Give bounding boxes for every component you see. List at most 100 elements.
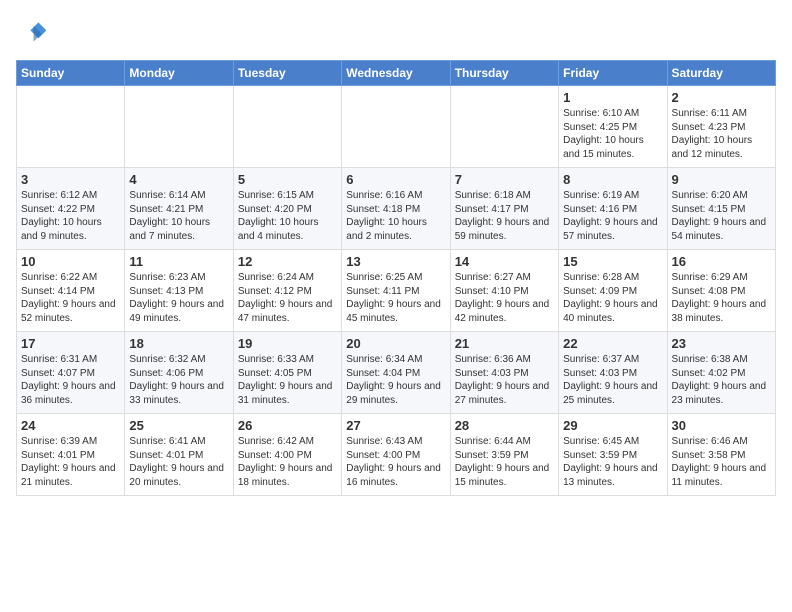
day-info: Sunrise: 6:36 AM Sunset: 4:03 PM Dayligh… <box>455 353 554 407</box>
day-info: Sunrise: 6:20 AM Sunset: 4:15 PM Dayligh… <box>672 189 771 243</box>
day-number: 13 <box>346 254 445 269</box>
day-info: Sunrise: 6:11 AM Sunset: 4:23 PM Dayligh… <box>672 107 771 161</box>
calendar-cell: 27 Sunrise: 6:43 AM Sunset: 4:00 PM Dayli… <box>342 414 450 496</box>
calendar-cell: 18 Sunrise: 6:32 AM Sunset: 4:06 PM Dayli… <box>125 332 233 414</box>
calendar-cell: 10 Sunrise: 6:22 AM Sunset: 4:14 PM Dayli… <box>17 250 125 332</box>
day-info: Sunrise: 6:23 AM Sunset: 4:13 PM Dayligh… <box>129 271 228 325</box>
day-info: Sunrise: 6:45 AM Sunset: 3:59 PM Dayligh… <box>563 435 662 489</box>
calendar-cell: 11 Sunrise: 6:23 AM Sunset: 4:13 PM Dayli… <box>125 250 233 332</box>
logo <box>16 16 52 48</box>
calendar-cell: 26Sunrise: 6:42 AM Sunset: 4:00 PM Dayli… <box>233 414 341 496</box>
day-number: 6 <box>346 172 445 187</box>
calendar-cell: 15 Sunrise: 6:28 AM Sunset: 4:09 PM Dayli… <box>559 250 667 332</box>
calendar-cell: 6 Sunrise: 6:16 AM Sunset: 4:18 PM Daylig… <box>342 168 450 250</box>
day-number: 3 <box>21 172 120 187</box>
day-info: Sunrise: 6:43 AM Sunset: 4:00 PM Dayligh… <box>346 435 445 489</box>
day-number: 21 <box>455 336 554 351</box>
page-container: Sunday Monday Tuesday Wednesday Thursday… <box>0 0 792 504</box>
day-number: 8 <box>563 172 662 187</box>
day-number: 11 <box>129 254 228 269</box>
day-info: Sunrise: 6:44 AM Sunset: 3:59 PM Dayligh… <box>455 435 554 489</box>
day-info: Sunrise: 6:38 AM Sunset: 4:02 PM Dayligh… <box>672 353 771 407</box>
day-info: Sunrise: 6:34 AM Sunset: 4:04 PM Dayligh… <box>346 353 445 407</box>
calendar-week-1: 1 Sunrise: 6:10 AM Sunset: 4:25 PM Daylig… <box>17 86 776 168</box>
day-info: Sunrise: 6:24 AM Sunset: 4:12 PM Dayligh… <box>238 271 337 325</box>
calendar-cell: 16 Sunrise: 6:29 AM Sunset: 4:08 PM Dayli… <box>667 250 775 332</box>
calendar-cell: 25Sunrise: 6:41 AM Sunset: 4:01 PM Dayli… <box>125 414 233 496</box>
calendar-header-row: Sunday Monday Tuesday Wednesday Thursday… <box>17 61 776 86</box>
calendar-cell: 2 Sunrise: 6:11 AM Sunset: 4:23 PM Daylig… <box>667 86 775 168</box>
calendar-cell: 8Sunrise: 6:19 AM Sunset: 4:16 PM Daylig… <box>559 168 667 250</box>
day-info: Sunrise: 6:27 AM Sunset: 4:10 PM Dayligh… <box>455 271 554 325</box>
day-number: 24 <box>21 418 120 433</box>
header-friday: Friday <box>559 61 667 86</box>
day-info: Sunrise: 6:29 AM Sunset: 4:08 PM Dayligh… <box>672 271 771 325</box>
day-number: 7 <box>455 172 554 187</box>
calendar-week-4: 17Sunrise: 6:31 AM Sunset: 4:07 PM Dayli… <box>17 332 776 414</box>
calendar-cell: 7 Sunrise: 6:18 AM Sunset: 4:17 PM Daylig… <box>450 168 558 250</box>
day-info: Sunrise: 6:10 AM Sunset: 4:25 PM Dayligh… <box>563 107 662 161</box>
day-number: 18 <box>129 336 228 351</box>
day-info: Sunrise: 6:15 AM Sunset: 4:20 PM Dayligh… <box>238 189 337 243</box>
calendar-cell <box>450 86 558 168</box>
day-info: Sunrise: 6:32 AM Sunset: 4:06 PM Dayligh… <box>129 353 228 407</box>
day-info: Sunrise: 6:25 AM Sunset: 4:11 PM Dayligh… <box>346 271 445 325</box>
calendar-cell: 3 Sunrise: 6:12 AM Sunset: 4:22 PM Daylig… <box>17 168 125 250</box>
day-info: Sunrise: 6:18 AM Sunset: 4:17 PM Dayligh… <box>455 189 554 243</box>
day-number: 10 <box>21 254 120 269</box>
day-number: 4 <box>129 172 228 187</box>
logo-icon <box>16 16 48 48</box>
day-info: Sunrise: 6:28 AM Sunset: 4:09 PM Dayligh… <box>563 271 662 325</box>
day-number: 30 <box>672 418 771 433</box>
calendar-cell: 19Sunrise: 6:33 AM Sunset: 4:05 PM Dayli… <box>233 332 341 414</box>
day-number: 12 <box>238 254 337 269</box>
calendar-cell <box>233 86 341 168</box>
calendar-body: 1 Sunrise: 6:10 AM Sunset: 4:25 PM Daylig… <box>17 86 776 496</box>
day-number: 19 <box>238 336 337 351</box>
day-number: 29 <box>563 418 662 433</box>
calendar-cell: 5 Sunrise: 6:15 AM Sunset: 4:20 PM Daylig… <box>233 168 341 250</box>
day-number: 5 <box>238 172 337 187</box>
calendar-cell <box>17 86 125 168</box>
calendar-cell <box>342 86 450 168</box>
header-tuesday: Tuesday <box>233 61 341 86</box>
calendar-cell: 17Sunrise: 6:31 AM Sunset: 4:07 PM Dayli… <box>17 332 125 414</box>
calendar-week-3: 10 Sunrise: 6:22 AM Sunset: 4:14 PM Dayli… <box>17 250 776 332</box>
day-info: Sunrise: 6:42 AM Sunset: 4:00 PM Dayligh… <box>238 435 337 489</box>
header-sunday: Sunday <box>17 61 125 86</box>
header-wednesday: Wednesday <box>342 61 450 86</box>
calendar-week-2: 3 Sunrise: 6:12 AM Sunset: 4:22 PM Daylig… <box>17 168 776 250</box>
calendar-cell <box>125 86 233 168</box>
calendar-cell: 20 Sunrise: 6:34 AM Sunset: 4:04 PM Dayli… <box>342 332 450 414</box>
day-number: 14 <box>455 254 554 269</box>
day-info: Sunrise: 6:39 AM Sunset: 4:01 PM Dayligh… <box>21 435 120 489</box>
calendar-cell: 22 Sunrise: 6:37 AM Sunset: 4:03 PM Dayli… <box>559 332 667 414</box>
day-number: 9 <box>672 172 771 187</box>
day-number: 23 <box>672 336 771 351</box>
day-number: 28 <box>455 418 554 433</box>
day-info: Sunrise: 6:22 AM Sunset: 4:14 PM Dayligh… <box>21 271 120 325</box>
calendar-cell: 12 Sunrise: 6:24 AM Sunset: 4:12 PM Dayli… <box>233 250 341 332</box>
calendar-week-5: 24 Sunrise: 6:39 AM Sunset: 4:01 PM Dayli… <box>17 414 776 496</box>
calendar-table: Sunday Monday Tuesday Wednesday Thursday… <box>16 60 776 496</box>
day-number: 25 <box>129 418 228 433</box>
day-info: Sunrise: 6:12 AM Sunset: 4:22 PM Dayligh… <box>21 189 120 243</box>
day-number: 27 <box>346 418 445 433</box>
day-number: 22 <box>563 336 662 351</box>
day-info: Sunrise: 6:37 AM Sunset: 4:03 PM Dayligh… <box>563 353 662 407</box>
calendar-cell: 4Sunrise: 6:14 AM Sunset: 4:21 PM Daylig… <box>125 168 233 250</box>
day-info: Sunrise: 6:16 AM Sunset: 4:18 PM Dayligh… <box>346 189 445 243</box>
calendar-cell: 21 Sunrise: 6:36 AM Sunset: 4:03 PM Dayli… <box>450 332 558 414</box>
calendar-cell: 28 Sunrise: 6:44 AM Sunset: 3:59 PM Dayli… <box>450 414 558 496</box>
day-number: 2 <box>672 90 771 105</box>
calendar-cell: 9 Sunrise: 6:20 AM Sunset: 4:15 PM Daylig… <box>667 168 775 250</box>
day-number: 15 <box>563 254 662 269</box>
calendar-cell: 1 Sunrise: 6:10 AM Sunset: 4:25 PM Daylig… <box>559 86 667 168</box>
day-number: 16 <box>672 254 771 269</box>
calendar-cell: 29 Sunrise: 6:45 AM Sunset: 3:59 PM Dayli… <box>559 414 667 496</box>
day-number: 1 <box>563 90 662 105</box>
calendar-cell: 14 Sunrise: 6:27 AM Sunset: 4:10 PM Dayli… <box>450 250 558 332</box>
calendar-cell: 23 Sunrise: 6:38 AM Sunset: 4:02 PM Dayli… <box>667 332 775 414</box>
day-number: 20 <box>346 336 445 351</box>
calendar-cell: 24 Sunrise: 6:39 AM Sunset: 4:01 PM Dayli… <box>17 414 125 496</box>
